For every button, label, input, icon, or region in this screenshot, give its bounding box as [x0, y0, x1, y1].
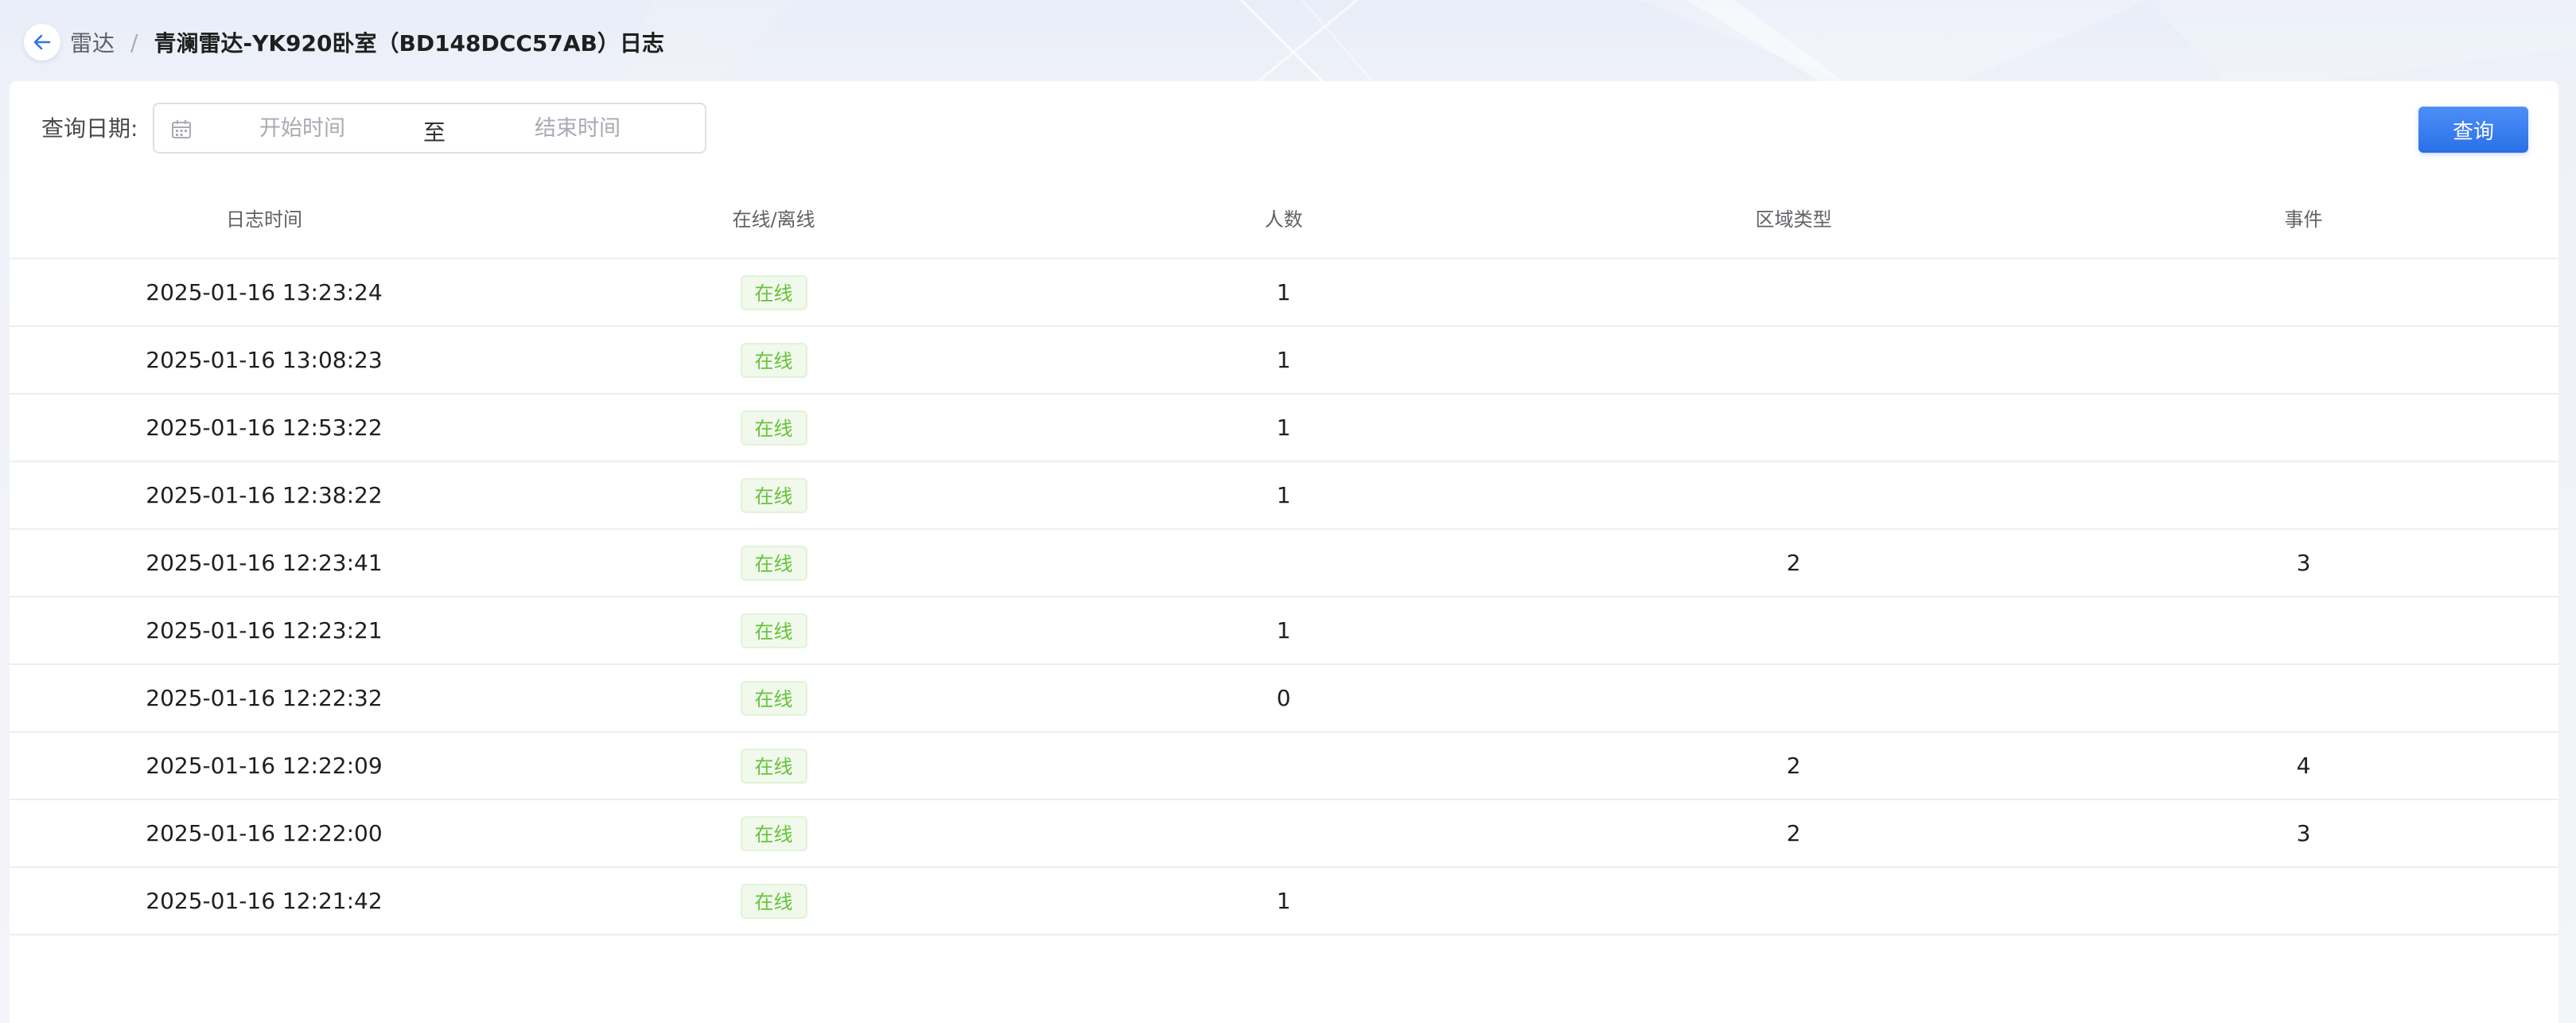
column-header-online-status: 在线/离线: [519, 177, 1029, 259]
query-button[interactable]: 查询: [2418, 107, 2528, 153]
event-cell: [2049, 461, 2558, 530]
people-count-cell: [1029, 732, 1539, 800]
online-status-cell: 在线: [519, 394, 1029, 462]
event-cell: [2049, 394, 2558, 462]
event-cell: [2049, 867, 2558, 935]
back-button[interactable]: [24, 24, 60, 60]
people-count-cell: 1: [1029, 461, 1539, 530]
log-time-cell: 2025-01-16 12:21:42: [10, 867, 519, 935]
area-type-cell: 2: [1539, 799, 2049, 868]
online-status-cell: 在线: [519, 664, 1029, 733]
log-card: 查询日期: 至 查询 日志时间 在线/: [10, 81, 2558, 1023]
status-badge: 在线: [740, 545, 807, 581]
status-badge: 在线: [740, 680, 807, 716]
online-status-cell: 在线: [519, 799, 1029, 868]
filter-bar: 查询日期: 至 查询: [10, 81, 2558, 177]
status-badge: 在线: [740, 748, 807, 784]
people-count-cell: 0: [1029, 664, 1539, 733]
online-status-cell: 在线: [519, 461, 1029, 530]
date-range-separator: 至: [423, 119, 446, 146]
area-type-cell: 2: [1539, 529, 2049, 597]
event-cell: [2049, 664, 2558, 733]
table-row: 2025-01-16 12:53:22 在线 1: [10, 394, 2558, 462]
status-badge: 在线: [740, 477, 807, 513]
log-time-cell: 2025-01-16 13:08:23: [10, 326, 519, 395]
end-date-input[interactable]: [493, 104, 662, 152]
breadcrumb-parent-link[interactable]: 雷达: [70, 26, 115, 58]
table-row: 2025-01-16 12:22:09 在线 2 4: [10, 732, 2558, 800]
online-status-cell: 在线: [519, 529, 1029, 597]
table-row: 2025-01-16 12:38:22 在线 1: [10, 461, 2558, 530]
status-badge: 在线: [740, 342, 807, 378]
table-row: 2025-01-16 12:22:32 在线 0: [10, 664, 2558, 733]
log-time-cell: 2025-01-16 13:23:24: [10, 259, 519, 327]
log-time-cell: 2025-01-16 12:38:22: [10, 461, 519, 530]
online-status-cell: 在线: [519, 259, 1029, 327]
table-header-row: 日志时间 在线/离线 人数 区域类型 事件: [10, 177, 2558, 259]
date-range-picker[interactable]: 至: [153, 103, 706, 154]
people-count-cell: [1029, 799, 1539, 868]
people-count-cell: 1: [1029, 867, 1539, 935]
online-status-cell: 在线: [519, 867, 1029, 935]
log-time-cell: 2025-01-16 12:23:21: [10, 597, 519, 665]
event-cell: [2049, 597, 2558, 665]
status-badge: 在线: [740, 410, 807, 445]
online-status-cell: 在线: [519, 597, 1029, 665]
query-date-label: 查询日期:: [41, 115, 138, 142]
status-badge: 在线: [740, 815, 807, 851]
area-type-cell: [1539, 867, 2049, 935]
log-time-cell: 2025-01-16 12:22:32: [10, 664, 519, 733]
log-table: 日志时间 在线/离线 人数 区域类型 事件 2025-01-16 13:23:2…: [10, 177, 2558, 935]
calendar-icon: [172, 120, 191, 138]
event-cell: 4: [2049, 732, 2558, 800]
table-row: 2025-01-16 12:23:21 在线 1: [10, 597, 2558, 665]
table-row: 2025-01-16 13:23:24 在线 1: [10, 259, 2558, 327]
log-time-cell: 2025-01-16 12:23:41: [10, 529, 519, 597]
area-type-cell: [1539, 461, 2049, 530]
area-type-cell: [1539, 326, 2049, 395]
people-count-cell: 1: [1029, 326, 1539, 395]
log-time-cell: 2025-01-16 12:53:22: [10, 394, 519, 462]
status-badge: 在线: [740, 613, 807, 648]
log-time-cell: 2025-01-16 12:22:09: [10, 732, 519, 800]
event-cell: 3: [2049, 529, 2558, 597]
table-row: 2025-01-16 13:08:23 在线 1: [10, 326, 2558, 395]
table-body: 2025-01-16 13:23:24 在线 1 2025-01-16 13:08:2…: [10, 259, 2558, 935]
area-type-cell: [1539, 664, 2049, 733]
table-row: 2025-01-16 12:21:42 在线 1: [10, 867, 2558, 935]
people-count-cell: 1: [1029, 394, 1539, 462]
online-status-cell: 在线: [519, 326, 1029, 395]
arrow-left-icon: [33, 34, 51, 50]
column-header-people-count: 人数: [1029, 177, 1539, 259]
people-count-cell: [1029, 529, 1539, 597]
event-cell: 3: [2049, 799, 2558, 868]
event-cell: [2049, 326, 2558, 395]
page-title: 青澜雷达-YK920卧室（BD148DCC57AB）日志: [154, 30, 664, 56]
online-status-cell: 在线: [519, 732, 1029, 800]
event-cell: [2049, 259, 2558, 327]
area-type-cell: [1539, 259, 2049, 327]
people-count-cell: 1: [1029, 597, 1539, 665]
table-row: 2025-01-16 12:22:00 在线 2 3: [10, 799, 2558, 868]
status-badge: 在线: [740, 883, 807, 919]
breadcrumb: 雷达 / 青澜雷达-YK920卧室（BD148DCC57AB）日志: [70, 25, 664, 59]
area-type-cell: [1539, 394, 2049, 462]
log-time-cell: 2025-01-16 12:22:00: [10, 799, 519, 868]
area-type-cell: [1539, 597, 2049, 665]
column-header-event: 事件: [2049, 177, 2558, 259]
page-header: 雷达 / 青澜雷达-YK920卧室（BD148DCC57AB）日志: [0, 0, 2576, 83]
start-date-input[interactable]: [218, 104, 387, 152]
column-header-area-type: 区域类型: [1539, 177, 2049, 259]
status-badge: 在线: [740, 274, 807, 310]
breadcrumb-separator: /: [130, 29, 138, 56]
table-row: 2025-01-16 12:23:41 在线 2 3: [10, 529, 2558, 597]
people-count-cell: 1: [1029, 259, 1539, 327]
column-header-log-time: 日志时间: [10, 177, 519, 259]
area-type-cell: 2: [1539, 732, 2049, 800]
